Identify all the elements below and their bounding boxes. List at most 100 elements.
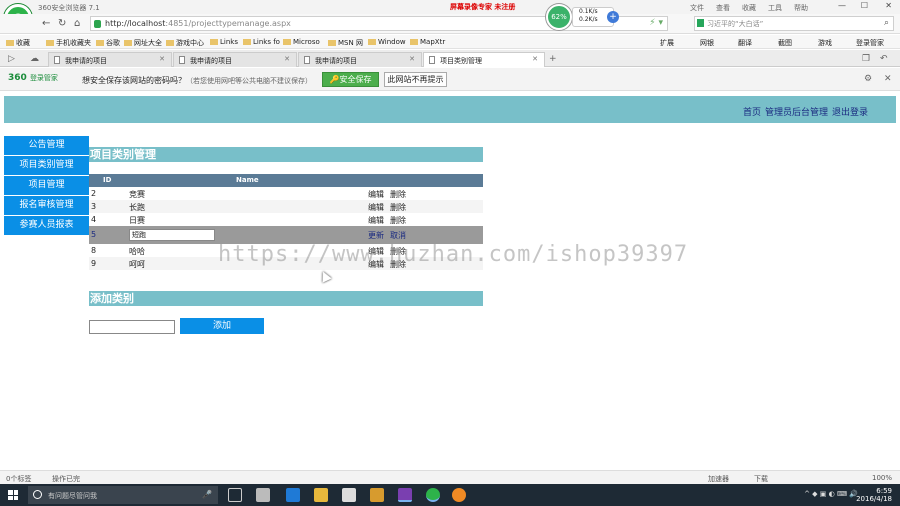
- close-tab-icon[interactable]: ✕: [409, 55, 415, 63]
- search-box[interactable]: 习近平的“大白话” ⌕: [694, 16, 894, 31]
- edge-icon[interactable]: [286, 488, 300, 502]
- search-icon[interactable]: ⌕: [884, 18, 889, 28]
- url-path: :4851/projecttypemanage.aspx: [165, 19, 291, 28]
- clock[interactable]: 6:59 2016/4/18: [856, 487, 892, 503]
- tab-1[interactable]: 我申请的项目 ✕: [48, 52, 172, 67]
- taskbar-search[interactable]: 有问题尽管问我 🎤: [28, 486, 218, 504]
- zoom-level[interactable]: 100%: [872, 474, 892, 482]
- system-tray[interactable]: ^ ◆ ▣ ◐ ⌨ 🔊: [804, 490, 858, 498]
- close-icon[interactable]: ✕: [885, 1, 892, 10]
- search-placeholder: 习近平的“大白话”: [707, 20, 764, 28]
- microphone-icon[interactable]: 🎤: [202, 490, 212, 499]
- row-id: 5: [91, 230, 97, 239]
- visual-studio-icon[interactable]: [398, 488, 412, 502]
- tab-2[interactable]: 我申请的项目 ✕: [173, 52, 297, 67]
- bookmark-item[interactable]: Microso: [283, 38, 320, 46]
- row-name: 日赛: [129, 216, 145, 225]
- close-tab-icon[interactable]: ✕: [532, 55, 538, 63]
- restore-tab-icon[interactable]: ❐: [862, 54, 870, 64]
- home-icon[interactable]: ⌂: [74, 18, 80, 29]
- sidebar-item-participant-report[interactable]: 参赛人员报表: [4, 216, 89, 235]
- download-button[interactable]: 下载: [754, 474, 768, 484]
- never-for-site-button[interactable]: 此网站不再提示: [384, 72, 447, 87]
- sidebar-item-registration-review[interactable]: 报名审核管理: [4, 196, 89, 215]
- new-tab-button[interactable]: +: [549, 54, 557, 64]
- bookmark-item[interactable]: Links fo: [243, 38, 280, 46]
- app-icon[interactable]: [452, 488, 466, 502]
- menu-favorites[interactable]: 收藏: [742, 3, 756, 13]
- add-button[interactable]: 添加: [180, 318, 264, 334]
- delete-link[interactable]: 删除: [390, 189, 406, 200]
- edit-link[interactable]: 编辑: [368, 215, 384, 226]
- sidebar-item-project-types[interactable]: 项目类别管理: [4, 156, 89, 175]
- tab-strip: ▷ ☁ 我申请的项目 ✕ 我申请的项目 ✕ 我申请的项目 ✕ 项目类别管理 ✕ + ❐ …: [0, 50, 900, 67]
- bookmark-item[interactable]: Window: [368, 38, 406, 46]
- edit-link[interactable]: 编辑: [368, 189, 384, 200]
- address-actions-icon[interactable]: ⚡ ▾: [649, 18, 663, 28]
- toolbar-screenshot[interactable]: 截图: [778, 38, 792, 48]
- app-icon[interactable]: [256, 488, 270, 502]
- edit-link[interactable]: 编辑: [368, 202, 384, 213]
- delete-link[interactable]: 删除: [390, 215, 406, 226]
- bookmark-item[interactable]: 游戏中心: [166, 38, 204, 48]
- cloud-icon[interactable]: ☁: [30, 54, 39, 64]
- menu-help[interactable]: 帮助: [794, 3, 808, 13]
- page-icon: [54, 56, 60, 64]
- category-name-input[interactable]: [89, 320, 175, 334]
- toolbar-banking[interactable]: 网银: [700, 38, 714, 48]
- undo-close-icon[interactable]: ↶: [880, 54, 888, 64]
- toolbar-translate[interactable]: 翻译: [738, 38, 752, 48]
- sidebar-item-announcements[interactable]: 公告管理: [4, 136, 89, 155]
- link-admin[interactable]: 管理员后台管理: [765, 105, 828, 118]
- menu-tools[interactable]: 工具: [768, 3, 782, 13]
- sidebar-item-projects[interactable]: 项目管理: [4, 176, 89, 195]
- link-logout[interactable]: 退出登录: [832, 105, 868, 118]
- toolbar-games[interactable]: 游戏: [818, 38, 832, 48]
- settings-gear-icon[interactable]: ⚙: [864, 74, 872, 84]
- close-tab-icon[interactable]: ✕: [284, 55, 290, 63]
- minimize-icon[interactable]: —: [838, 1, 846, 10]
- store-icon[interactable]: [342, 488, 356, 502]
- bookmark-item[interactable]: 收藏: [6, 38, 30, 48]
- row-id: 4: [91, 215, 97, 224]
- close-bar-icon[interactable]: ✕: [884, 74, 892, 84]
- safe-save-button[interactable]: 🔑安全保存: [322, 72, 379, 87]
- bookmark-item[interactable]: 谷歌: [96, 38, 120, 48]
- clock-date: 2016/4/18: [856, 495, 892, 503]
- file-explorer-icon[interactable]: [314, 488, 328, 502]
- task-view-icon[interactable]: [228, 488, 242, 502]
- windows-start-icon[interactable]: [8, 490, 18, 500]
- media-icon[interactable]: [370, 488, 384, 502]
- performance-gauge[interactable]: 62%: [546, 4, 572, 30]
- tab-active[interactable]: 项目类别管理 ✕: [423, 52, 545, 67]
- accelerator-button[interactable]: 加速器: [708, 474, 729, 484]
- bookmark-item[interactable]: 手机收藏夹: [46, 38, 91, 48]
- browser-360-icon[interactable]: [426, 488, 440, 502]
- tab-history-icon[interactable]: ▷: [8, 54, 15, 64]
- close-tab-icon[interactable]: ✕: [159, 55, 165, 63]
- link-home[interactable]: 首页: [743, 105, 761, 118]
- edit-name-input[interactable]: 短跑: [129, 229, 215, 241]
- maximize-icon[interactable]: ☐: [861, 1, 868, 10]
- menu-file[interactable]: 文件: [690, 3, 704, 13]
- site-header: 首页 管理员后台管理 退出登录: [4, 96, 896, 123]
- menu-view[interactable]: 查看: [716, 3, 730, 13]
- back-icon[interactable]: ←: [42, 18, 50, 29]
- refresh-icon[interactable]: ↻: [58, 18, 66, 29]
- boost-icon[interactable]: +: [607, 11, 619, 23]
- toolbar-login-manager[interactable]: 登录管家: [856, 38, 884, 48]
- page-icon: [304, 56, 310, 64]
- bookmark-item[interactable]: 网址大全: [124, 38, 162, 48]
- update-link[interactable]: 更新: [368, 230, 384, 241]
- tab-3[interactable]: 我申请的项目 ✕: [298, 52, 422, 67]
- row-name: 呵呵: [129, 260, 145, 269]
- bookmark-item[interactable]: MapXtr: [410, 38, 445, 46]
- bookmark-item[interactable]: Links: [210, 38, 238, 46]
- delete-link[interactable]: 删除: [390, 202, 406, 213]
- toolbar-extensions[interactable]: 扩展: [660, 38, 674, 48]
- window-title: 360安全浏览器 7.1: [38, 4, 100, 12]
- bookmark-item[interactable]: MSN 网: [328, 38, 363, 48]
- cancel-link[interactable]: 取消: [390, 230, 406, 241]
- row-id: 3: [91, 202, 97, 211]
- key-icon: 🔑: [329, 75, 340, 84]
